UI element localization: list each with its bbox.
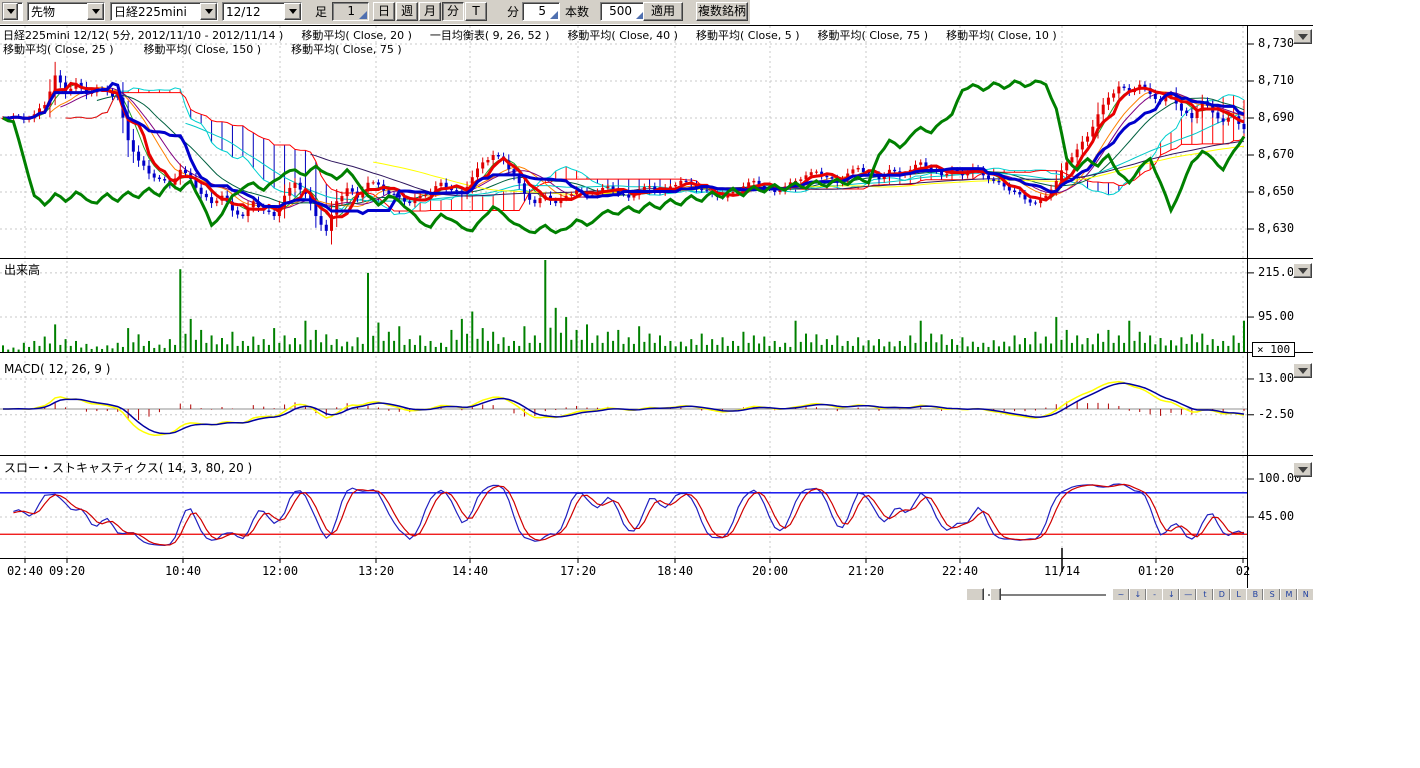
ashi-label: 足	[315, 5, 327, 19]
chevron-down-icon	[1298, 34, 1308, 40]
time-tick-label: 02	[1236, 564, 1250, 578]
legend-item: 一目均衡表( 9, 26, 52 )	[430, 27, 550, 43]
time-tick-label: 13:20	[358, 564, 394, 578]
trading-chart-app: { "toolbar": { "mini_combo_icon": "chevr…	[0, 0, 1420, 768]
mini-combo[interactable]	[2, 2, 23, 21]
symbol-type-combo[interactable]: 先物	[27, 2, 105, 21]
price-tick-label: 8,670	[1258, 147, 1294, 161]
mini-tool-button[interactable]: ↓	[1129, 588, 1147, 600]
time-tick-label: 20:00	[752, 564, 788, 578]
time-tick-label: 17:20	[560, 564, 596, 578]
volume-multiplier-badge: × 100	[1252, 342, 1295, 357]
mini-tool-button[interactable]: S	[1263, 588, 1281, 600]
legend-item: 移動平均( Close, 75 )	[818, 27, 929, 43]
price-axis-menu-button[interactable]	[1293, 29, 1312, 44]
time-tick-label: 11/14	[1044, 564, 1080, 578]
period-button-分[interactable]: 分	[442, 2, 464, 21]
zoom-out-button[interactable]	[966, 588, 984, 600]
mini-tool-button[interactable]: -	[1146, 588, 1164, 600]
spinner-icon[interactable]	[548, 3, 559, 20]
stoch-tick-label: 45.00	[1258, 509, 1294, 523]
symbol-combo[interactable]: 日経225mini	[110, 2, 218, 21]
chevron-down-icon[interactable]	[284, 3, 301, 20]
chevron-down-icon	[1298, 467, 1308, 473]
period-button-日[interactable]: 日	[373, 2, 395, 21]
price-tick-label: 8,710	[1258, 73, 1294, 87]
period-button-月[interactable]: 月	[419, 2, 441, 21]
spinner-icon[interactable]	[357, 3, 368, 20]
bars-label: 本数	[565, 5, 589, 19]
price-tick-label: 8,630	[1258, 221, 1294, 235]
time-tick-label: 21:20	[848, 564, 884, 578]
time-tick-label: 22:40	[942, 564, 978, 578]
zoom-slider-track[interactable]	[988, 594, 1106, 596]
chart-canvas[interactable]	[0, 0, 1313, 600]
stoch-axis-menu-button[interactable]	[1293, 462, 1312, 477]
minute-label: 分	[507, 5, 519, 19]
legend-item: 移動平均( Close, 40 )	[567, 27, 678, 43]
price-tick-label: 8,650	[1258, 184, 1294, 198]
macd-axis-menu-button[interactable]	[1293, 363, 1312, 378]
legend-item: 移動平均( Close, 150 )	[144, 41, 262, 57]
interval-value[interactable]: 1	[333, 3, 357, 20]
contract-combo[interactable]: 12/12	[222, 2, 302, 21]
mini-tool-button[interactable]: —	[1179, 588, 1197, 600]
price-tick-label: 8,730	[1258, 36, 1294, 50]
time-tick-label: 02:40	[7, 564, 43, 578]
symbol-value: 日経225mini	[111, 3, 200, 20]
mini-tool-button[interactable]: t	[1196, 588, 1214, 600]
mini-tool-button[interactable]: D	[1213, 588, 1231, 600]
volume-panel-label: 出来高	[4, 261, 40, 278]
chevron-down-icon	[1298, 368, 1308, 374]
mini-tool-button[interactable]: N	[1297, 588, 1313, 600]
mini-tool-button[interactable]: ↓	[1162, 588, 1180, 600]
volume-tick-label: 95.00	[1258, 309, 1294, 323]
time-tick-label: 18:40	[657, 564, 693, 578]
bars-stepper[interactable]: 500	[600, 2, 646, 21]
bars-value[interactable]: 500	[601, 3, 634, 20]
time-tick-label: 09:20	[49, 564, 85, 578]
bottom-tool-strip: ~↓-↓—tDLBSMN	[0, 587, 1313, 600]
macd-tick-label: -2.50	[1258, 407, 1294, 421]
chevron-down-icon[interactable]	[3, 3, 18, 20]
interval-stepper[interactable]: 1	[332, 2, 369, 21]
minute-value[interactable]: 5	[523, 3, 548, 20]
minute-stepper[interactable]: 5	[522, 2, 560, 21]
volume-axis-menu-button[interactable]	[1293, 263, 1312, 278]
time-tick-label: 01:20	[1138, 564, 1174, 578]
macd-panel-label: MACD( 12, 26, 9 )	[4, 362, 110, 376]
stoch-panel-label: スロー・ストキャスティクス( 14, 3, 80, 20 )	[4, 459, 252, 476]
period-button-T[interactable]: T	[465, 2, 487, 21]
mini-tool-button[interactable]: L	[1230, 588, 1248, 600]
legend-item: 移動平均( Close, 75 )	[291, 41, 402, 57]
mini-tool-button[interactable]: ~	[1112, 588, 1130, 600]
mini-tool-button[interactable]: M	[1280, 588, 1298, 600]
contract-value: 12/12	[223, 5, 284, 19]
main-toolbar: 先物 日経225mini 12/12 足 1 日週月分T 分 5 本数 500 …	[0, 0, 750, 24]
chevron-down-icon[interactable]	[87, 3, 104, 20]
legend-item: 移動平均( Close, 10 )	[946, 27, 1057, 43]
zoom-slider-thumb[interactable]	[990, 588, 1001, 600]
period-button-週[interactable]: 週	[396, 2, 418, 21]
time-tick-label: 10:40	[165, 564, 201, 578]
time-tick-label: 12:00	[262, 564, 298, 578]
chevron-down-icon[interactable]	[200, 3, 217, 20]
time-tick-label: 14:40	[452, 564, 488, 578]
macd-tick-label: 13.00	[1258, 371, 1294, 385]
symbol-type-value: 先物	[28, 3, 87, 20]
legend-item: 移動平均( Close, 25 )	[3, 41, 114, 57]
chevron-down-icon	[1298, 268, 1308, 274]
mini-tool-button[interactable]: B	[1246, 588, 1264, 600]
apply-button[interactable]: 適用	[643, 2, 683, 21]
legend-item: 移動平均( Close, 5 )	[696, 27, 800, 43]
multi-symbol-button[interactable]: 複数銘柄	[696, 2, 748, 21]
chart-legend-line2: 移動平均( Close, 25 ) 移動平均( Close, 150 ) 移動平均(…	[3, 41, 402, 57]
price-tick-label: 8,690	[1258, 110, 1294, 124]
